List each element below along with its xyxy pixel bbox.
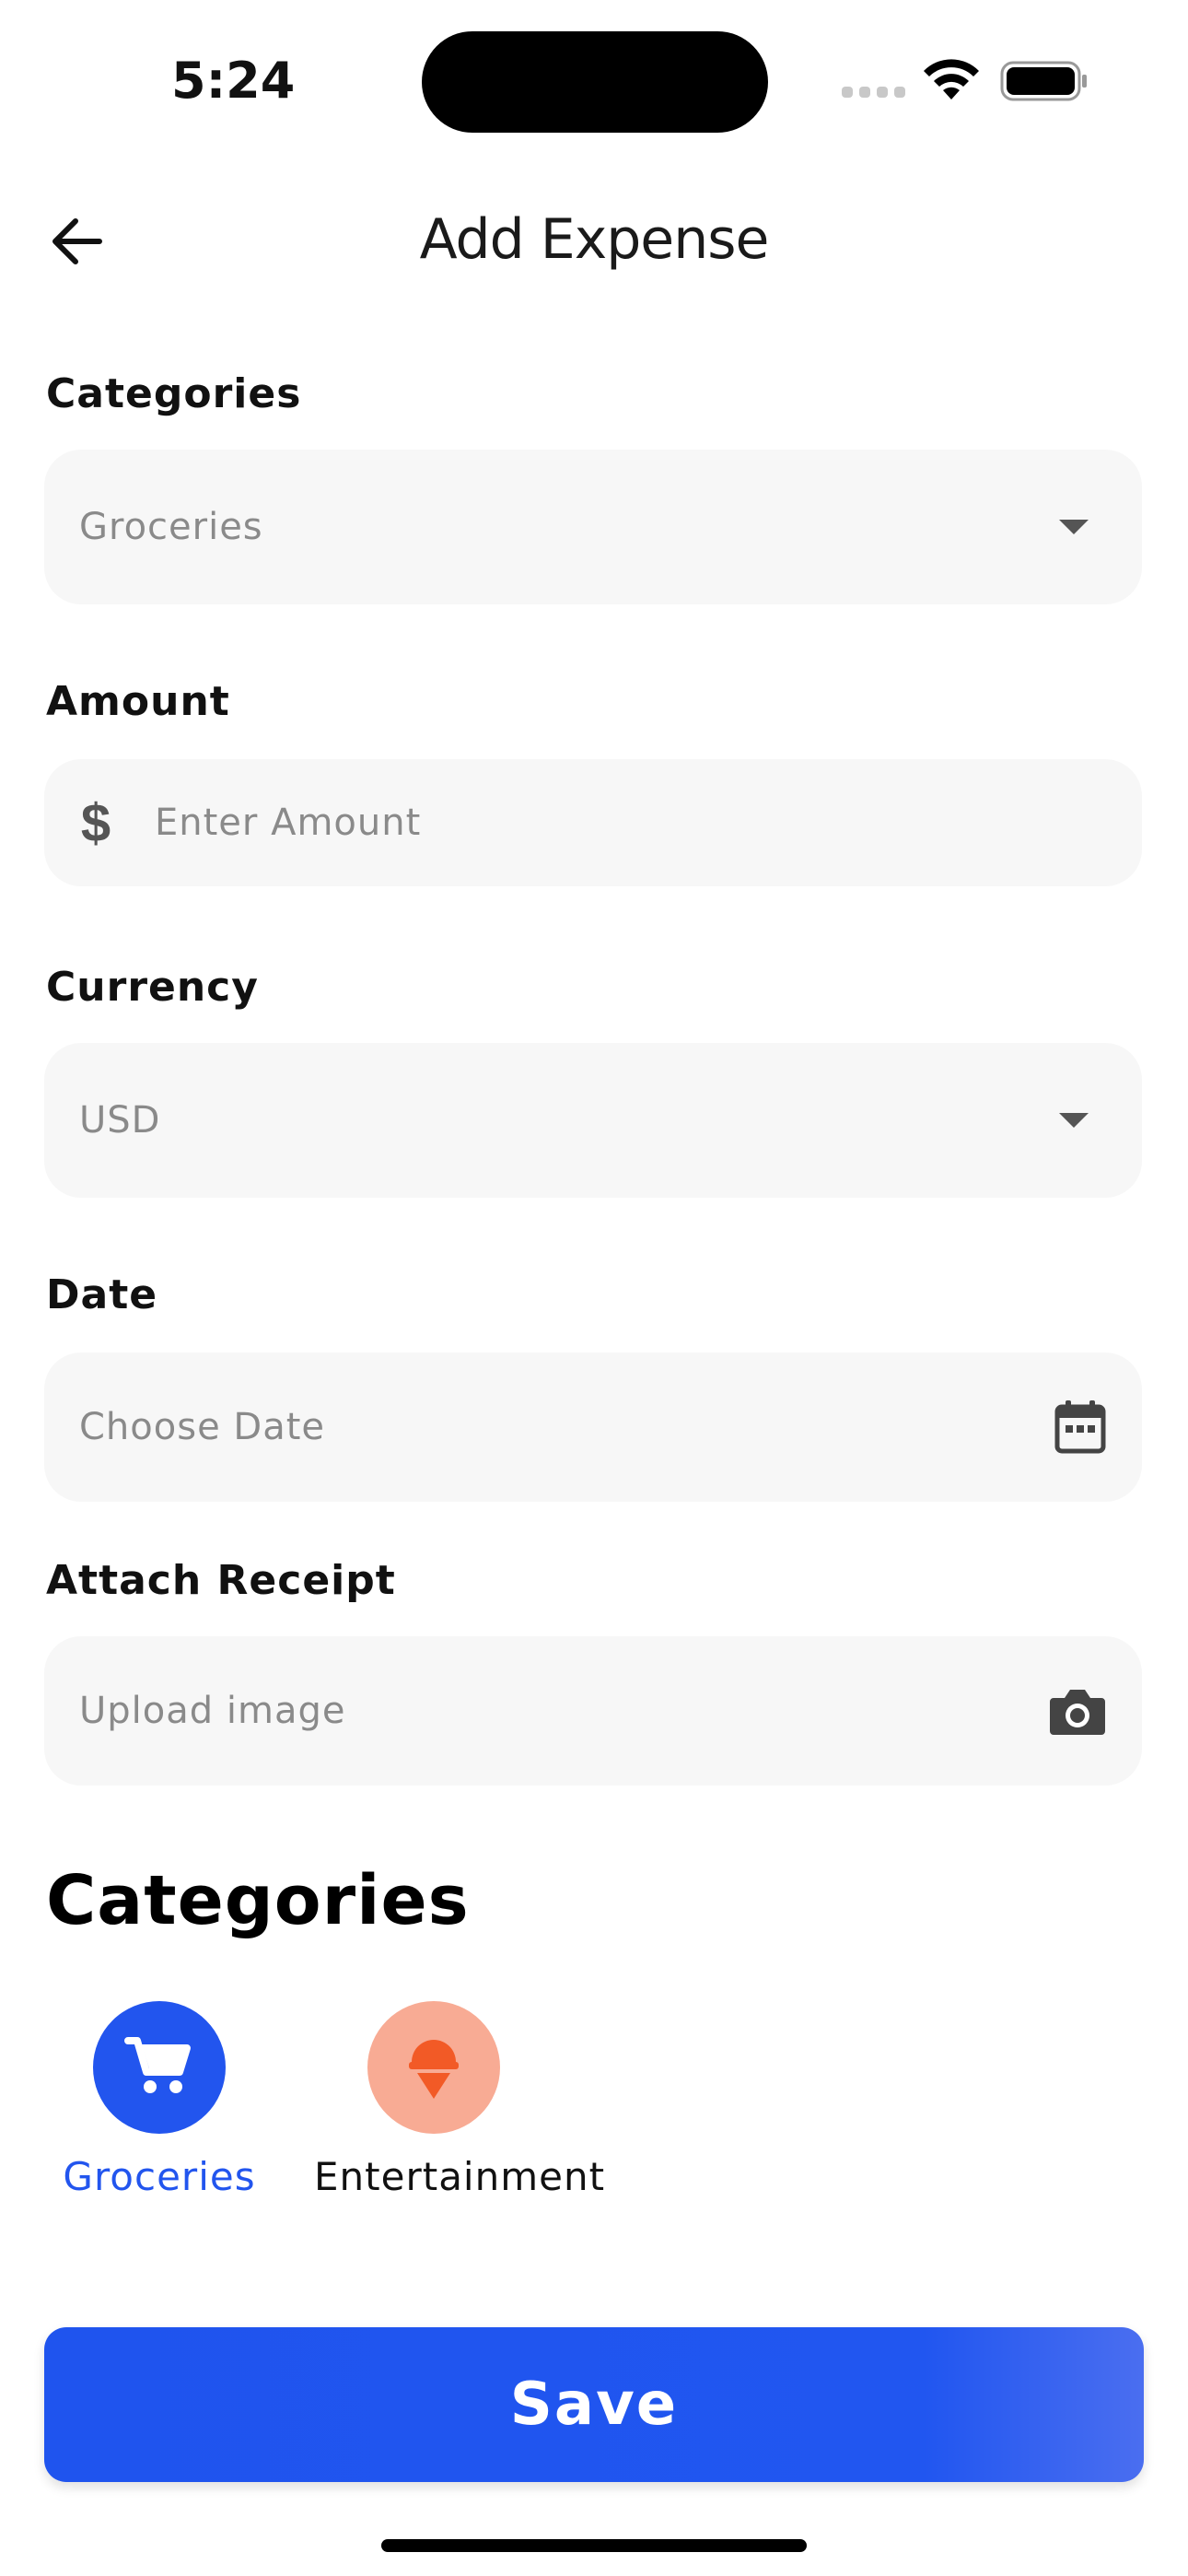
battery-icon: [1000, 61, 1089, 106]
category-groceries[interactable]: Groceries: [40, 2001, 279, 2199]
category-groceries-label: Groceries: [63, 2154, 256, 2199]
dollar-icon: $: [80, 792, 111, 853]
cellular-signal-icon: [842, 87, 906, 98]
shopping-cart-icon: [124, 2033, 194, 2102]
save-button[interactable]: Save: [44, 2327, 1144, 2482]
status-time: 5:24: [171, 52, 296, 110]
amount-input[interactable]: $ Enter Amount: [44, 759, 1142, 886]
dropdown-caret-icon: [1059, 1113, 1107, 1128]
calendar-icon[interactable]: [1054, 1399, 1107, 1456]
dropdown-caret-icon: [1059, 520, 1107, 534]
wifi-icon: [921, 55, 982, 106]
camera-icon[interactable]: [1048, 1685, 1107, 1737]
categories-label: Categories: [46, 370, 302, 417]
date-input[interactable]: Choose Date: [44, 1352, 1142, 1502]
amount-label: Amount: [46, 678, 230, 725]
category-select[interactable]: Groceries: [44, 450, 1142, 604]
category-entertainment-circle: [367, 2001, 500, 2134]
receipt-upload[interactable]: Upload image: [44, 1636, 1142, 1786]
date-placeholder: Choose Date: [79, 1406, 325, 1448]
category-groceries-circle: [93, 2001, 226, 2134]
page-title: Add Expense: [419, 207, 770, 272]
date-label: Date: [46, 1271, 158, 1318]
currency-select[interactable]: USD: [44, 1043, 1142, 1198]
home-indicator[interactable]: [381, 2539, 807, 2552]
dynamic-island: [422, 31, 768, 133]
amount-placeholder: Enter Amount: [155, 802, 422, 844]
attach-receipt-label: Attach Receipt: [46, 1557, 396, 1604]
currency-label: Currency: [46, 964, 259, 1011]
ice-cream-icon: [406, 2031, 461, 2105]
currency-select-value: USD: [79, 1099, 161, 1142]
category-select-value: Groceries: [79, 506, 263, 548]
category-entertainment[interactable]: Entertainment: [314, 2001, 606, 2199]
categories-section-title: Categories: [46, 1861, 470, 1940]
category-entertainment-label: Entertainment: [314, 2154, 606, 2199]
receipt-placeholder: Upload image: [79, 1690, 346, 1732]
